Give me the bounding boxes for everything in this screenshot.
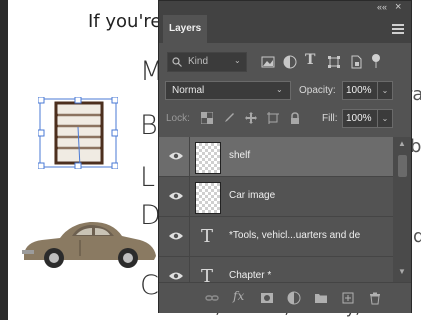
scroll-down-icon[interactable]: ▼ — [398, 267, 406, 276]
layer-thumbnail — [195, 142, 221, 174]
lock-label: Lock: — [166, 113, 190, 124]
folder-icon[interactable] — [314, 291, 328, 305]
smart-object-filter-icon[interactable] — [349, 55, 363, 69]
lock-position-icon[interactable] — [245, 112, 257, 124]
document-edge — [0, 0, 8, 320]
blend-mode-select[interactable]: Normal ⌄ — [165, 81, 291, 100]
collapse-icon[interactable]: «« — [377, 2, 387, 12]
fill-dropdown-button[interactable]: ⌄ — [378, 109, 393, 128]
opacity-input[interactable]: 100% — [342, 81, 378, 100]
layer-name: shelf — [229, 150, 251, 161]
eye-divider — [189, 257, 190, 282]
lock-pixels-icon[interactable] — [223, 112, 235, 124]
layer-row-car-image[interactable]: Car image — [159, 177, 393, 217]
document-letter-c: C — [140, 270, 159, 301]
filter-toggle-icon[interactable] — [371, 53, 381, 69]
eye-divider — [189, 137, 190, 177]
layer-name: *Tools, vehicl...uarters and de — [229, 230, 361, 241]
layer-name: Chapter * — [229, 270, 272, 281]
eye-divider — [189, 217, 190, 257]
lock-transparent-icon[interactable] — [201, 112, 213, 124]
adjustment-filter-icon[interactable] — [283, 55, 297, 69]
scroll-thumb[interactable] — [398, 155, 407, 177]
type-filter-icon[interactable]: T — [305, 52, 315, 68]
shelf-image-selection[interactable] — [37, 96, 119, 170]
fill-input[interactable]: 100% — [342, 109, 378, 128]
document-intro-text: If you're — [88, 11, 162, 32]
lock-artboard-icon[interactable] — [267, 112, 279, 124]
fx-icon[interactable]: fx — [233, 289, 244, 303]
panel-top-strip: «« × — [159, 1, 411, 15]
document-letter-b: B — [140, 110, 158, 141]
shape-filter-icon[interactable] — [327, 55, 341, 69]
layers-list: shelf Car image T *Tools, vehicl...uarte… — [159, 137, 393, 282]
layer-row-text-chapter[interactable]: T Chapter * — [159, 257, 393, 282]
fill-label: Fill: — [322, 113, 338, 124]
eye-divider — [189, 177, 190, 217]
search-icon — [172, 57, 182, 67]
blend-mode-value: Normal — [172, 85, 205, 96]
close-icon[interactable]: × — [395, 1, 401, 13]
shelf-image[interactable] — [37, 96, 119, 170]
new-layer-icon[interactable] — [341, 291, 355, 305]
filter-kind-select[interactable]: Kind ⌄ — [167, 52, 247, 72]
eye-icon[interactable] — [169, 151, 183, 161]
adjustment-icon[interactable] — [287, 291, 301, 305]
opacity-label: Opacity: — [299, 85, 336, 96]
link-icon[interactable] — [205, 291, 219, 305]
layer-thumbnail — [195, 182, 221, 214]
layers-bottom-bar: fx — [159, 282, 411, 313]
text-layer-icon: T — [201, 226, 214, 247]
tab-layers[interactable]: Layers — [163, 15, 208, 43]
lock-all-icon[interactable] — [289, 112, 301, 124]
layer-name: Car image — [229, 190, 276, 201]
layers-scrollbar[interactable]: ▲ ▼ — [393, 137, 411, 282]
scroll-up-icon[interactable]: ▲ — [398, 139, 406, 148]
layer-row-text-tools[interactable]: T *Tools, vehicl...uarters and de — [159, 217, 393, 257]
layers-panel: «« × Layers Kind ⌄ T Normal ⌄ Opacity: 1… — [158, 0, 412, 313]
car-image[interactable] — [20, 212, 160, 270]
text-layer-icon: T — [201, 266, 214, 282]
eye-icon[interactable] — [169, 271, 183, 281]
panel-menu-icon[interactable] — [392, 24, 404, 34]
trash-icon[interactable] — [368, 291, 382, 305]
panel-tab-row: Layers — [159, 15, 411, 43]
eye-icon[interactable] — [169, 231, 183, 241]
image-filter-icon[interactable] — [261, 55, 275, 69]
chevron-down-icon: ⌄ — [276, 85, 283, 94]
opacity-dropdown-button[interactable]: ⌄ — [378, 81, 393, 100]
document-letter-l: L — [140, 162, 156, 193]
layer-row-shelf[interactable]: shelf — [159, 137, 393, 177]
chevron-down-icon: ⌄ — [234, 56, 241, 65]
mask-icon[interactable] — [260, 291, 274, 305]
eye-icon[interactable] — [169, 191, 183, 201]
filter-kind-label: Kind — [188, 56, 209, 67]
